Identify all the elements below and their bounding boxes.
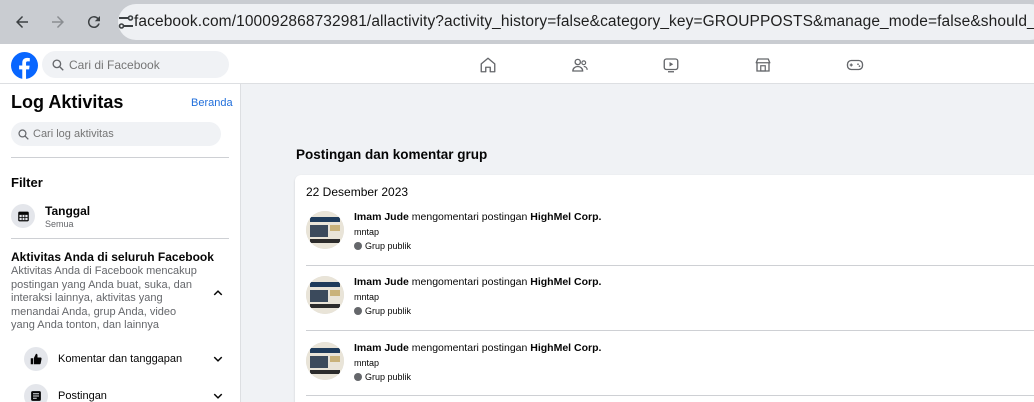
sidebar-item-label: Postingan bbox=[58, 390, 107, 402]
reload-icon bbox=[87, 16, 100, 29]
arrow-right-icon bbox=[52, 16, 64, 28]
entry-target[interactable]: HighMel Corp. bbox=[530, 211, 601, 223]
url-text[interactable]: facebook.com/100092868732981/allactivity… bbox=[134, 13, 1034, 31]
activity-entry[interactable]: Imam Jude mengomentari postingan HighMel… bbox=[295, 240, 1034, 316]
facebook-search-input[interactable] bbox=[69, 57, 219, 72]
date-filter-value: Semua bbox=[45, 218, 74, 229]
facebook-logo-icon[interactable] bbox=[11, 52, 38, 79]
gaming-icon[interactable] bbox=[846, 56, 864, 74]
entry-target[interactable]: HighMel Corp. bbox=[530, 342, 601, 354]
divider bbox=[306, 395, 1034, 396]
activity-search-box[interactable] bbox=[11, 122, 221, 146]
reload-button[interactable] bbox=[77, 5, 111, 39]
entry-target[interactable]: HighMel Corp. bbox=[530, 276, 601, 288]
divider bbox=[11, 157, 229, 158]
section-heading: Postingan dan komentar grup bbox=[296, 147, 488, 162]
group-post-thumbnail[interactable] bbox=[306, 342, 344, 380]
entry-comment-text: mntap bbox=[354, 227, 380, 237]
entry-comment-text: mntap bbox=[354, 292, 380, 302]
activity-section-description: Aktivitas Anda di Facebook mencakup post… bbox=[11, 265, 197, 332]
sidebar-item-comments-reactions[interactable]: Komentar dan tanggapan bbox=[24, 346, 224, 372]
forward-button[interactable] bbox=[41, 5, 75, 39]
activity-search-input[interactable] bbox=[33, 128, 213, 140]
entry-actor[interactable]: Imam Jude bbox=[354, 211, 409, 223]
entry-title[interactable]: Imam Jude mengomentari postingan HighMel… bbox=[354, 342, 601, 354]
activity-card: 22 Desember 2023 Imam Jude mengomentari … bbox=[295, 175, 1034, 402]
search-icon bbox=[52, 58, 64, 71]
divider bbox=[11, 238, 229, 239]
activity-section-title[interactable]: Aktivitas Anda di seluruh Facebook bbox=[11, 250, 214, 264]
video-icon[interactable] bbox=[662, 56, 680, 74]
entry-action: mengomentari postingan bbox=[408, 211, 531, 223]
browser-toolbar: facebook.com/100092868732981/allactivity… bbox=[0, 0, 1034, 44]
address-bar[interactable]: facebook.com/100092868732981/allactivity… bbox=[118, 4, 1034, 40]
facebook-search-box[interactable] bbox=[42, 51, 229, 78]
entry-comment-text: mntap bbox=[354, 358, 380, 368]
activity-log-sidebar: Log Aktivitas Beranda Filter Tanggal Sem… bbox=[0, 84, 241, 402]
home-icon[interactable] bbox=[479, 56, 497, 74]
home-link[interactable]: Beranda bbox=[191, 97, 233, 109]
page-title: Log Aktivitas bbox=[11, 92, 124, 112]
search-icon bbox=[18, 128, 29, 140]
entry-title[interactable]: Imam Jude mengomentari postingan HighMel… bbox=[354, 276, 601, 288]
sidebar-item-posts[interactable]: Postingan bbox=[24, 383, 224, 402]
marketplace-icon[interactable] bbox=[754, 56, 772, 74]
filter-heading: Filter bbox=[11, 175, 43, 190]
sidebar-item-label: Komentar dan tanggapan bbox=[58, 353, 183, 365]
thumbs-up-icon bbox=[24, 347, 48, 371]
entry-action: mengomentari postingan bbox=[408, 342, 531, 354]
entry-title[interactable]: Imam Jude mengomentari postingan HighMel… bbox=[354, 211, 601, 223]
facebook-header bbox=[0, 44, 1034, 84]
activity-entry[interactable]: Imam Jude mengomentari postingan HighMel… bbox=[295, 306, 1034, 382]
chevron-down-icon[interactable] bbox=[212, 353, 224, 365]
globe-icon bbox=[354, 373, 362, 381]
back-button[interactable] bbox=[5, 5, 39, 39]
site-settings-icon[interactable] bbox=[118, 4, 134, 40]
chevron-up-icon[interactable] bbox=[212, 287, 224, 299]
entry-action: mengomentari postingan bbox=[408, 276, 531, 288]
chevron-down-icon[interactable] bbox=[212, 390, 224, 402]
date-filter[interactable]: Tanggal Semua bbox=[11, 200, 229, 232]
arrow-left-icon bbox=[16, 16, 28, 28]
privacy-label: Grup publik bbox=[365, 372, 412, 382]
friends-icon[interactable] bbox=[571, 56, 589, 74]
entry-privacy: Grup publik bbox=[354, 372, 411, 382]
entry-actor[interactable]: Imam Jude bbox=[354, 276, 409, 288]
calendar-icon bbox=[11, 204, 35, 228]
date-filter-label: Tanggal bbox=[45, 203, 91, 218]
activity-entry[interactable]: Imam Jude mengomentari postingan HighMel… bbox=[295, 175, 1034, 251]
post-icon bbox=[24, 384, 48, 402]
entry-actor[interactable]: Imam Jude bbox=[354, 342, 409, 354]
